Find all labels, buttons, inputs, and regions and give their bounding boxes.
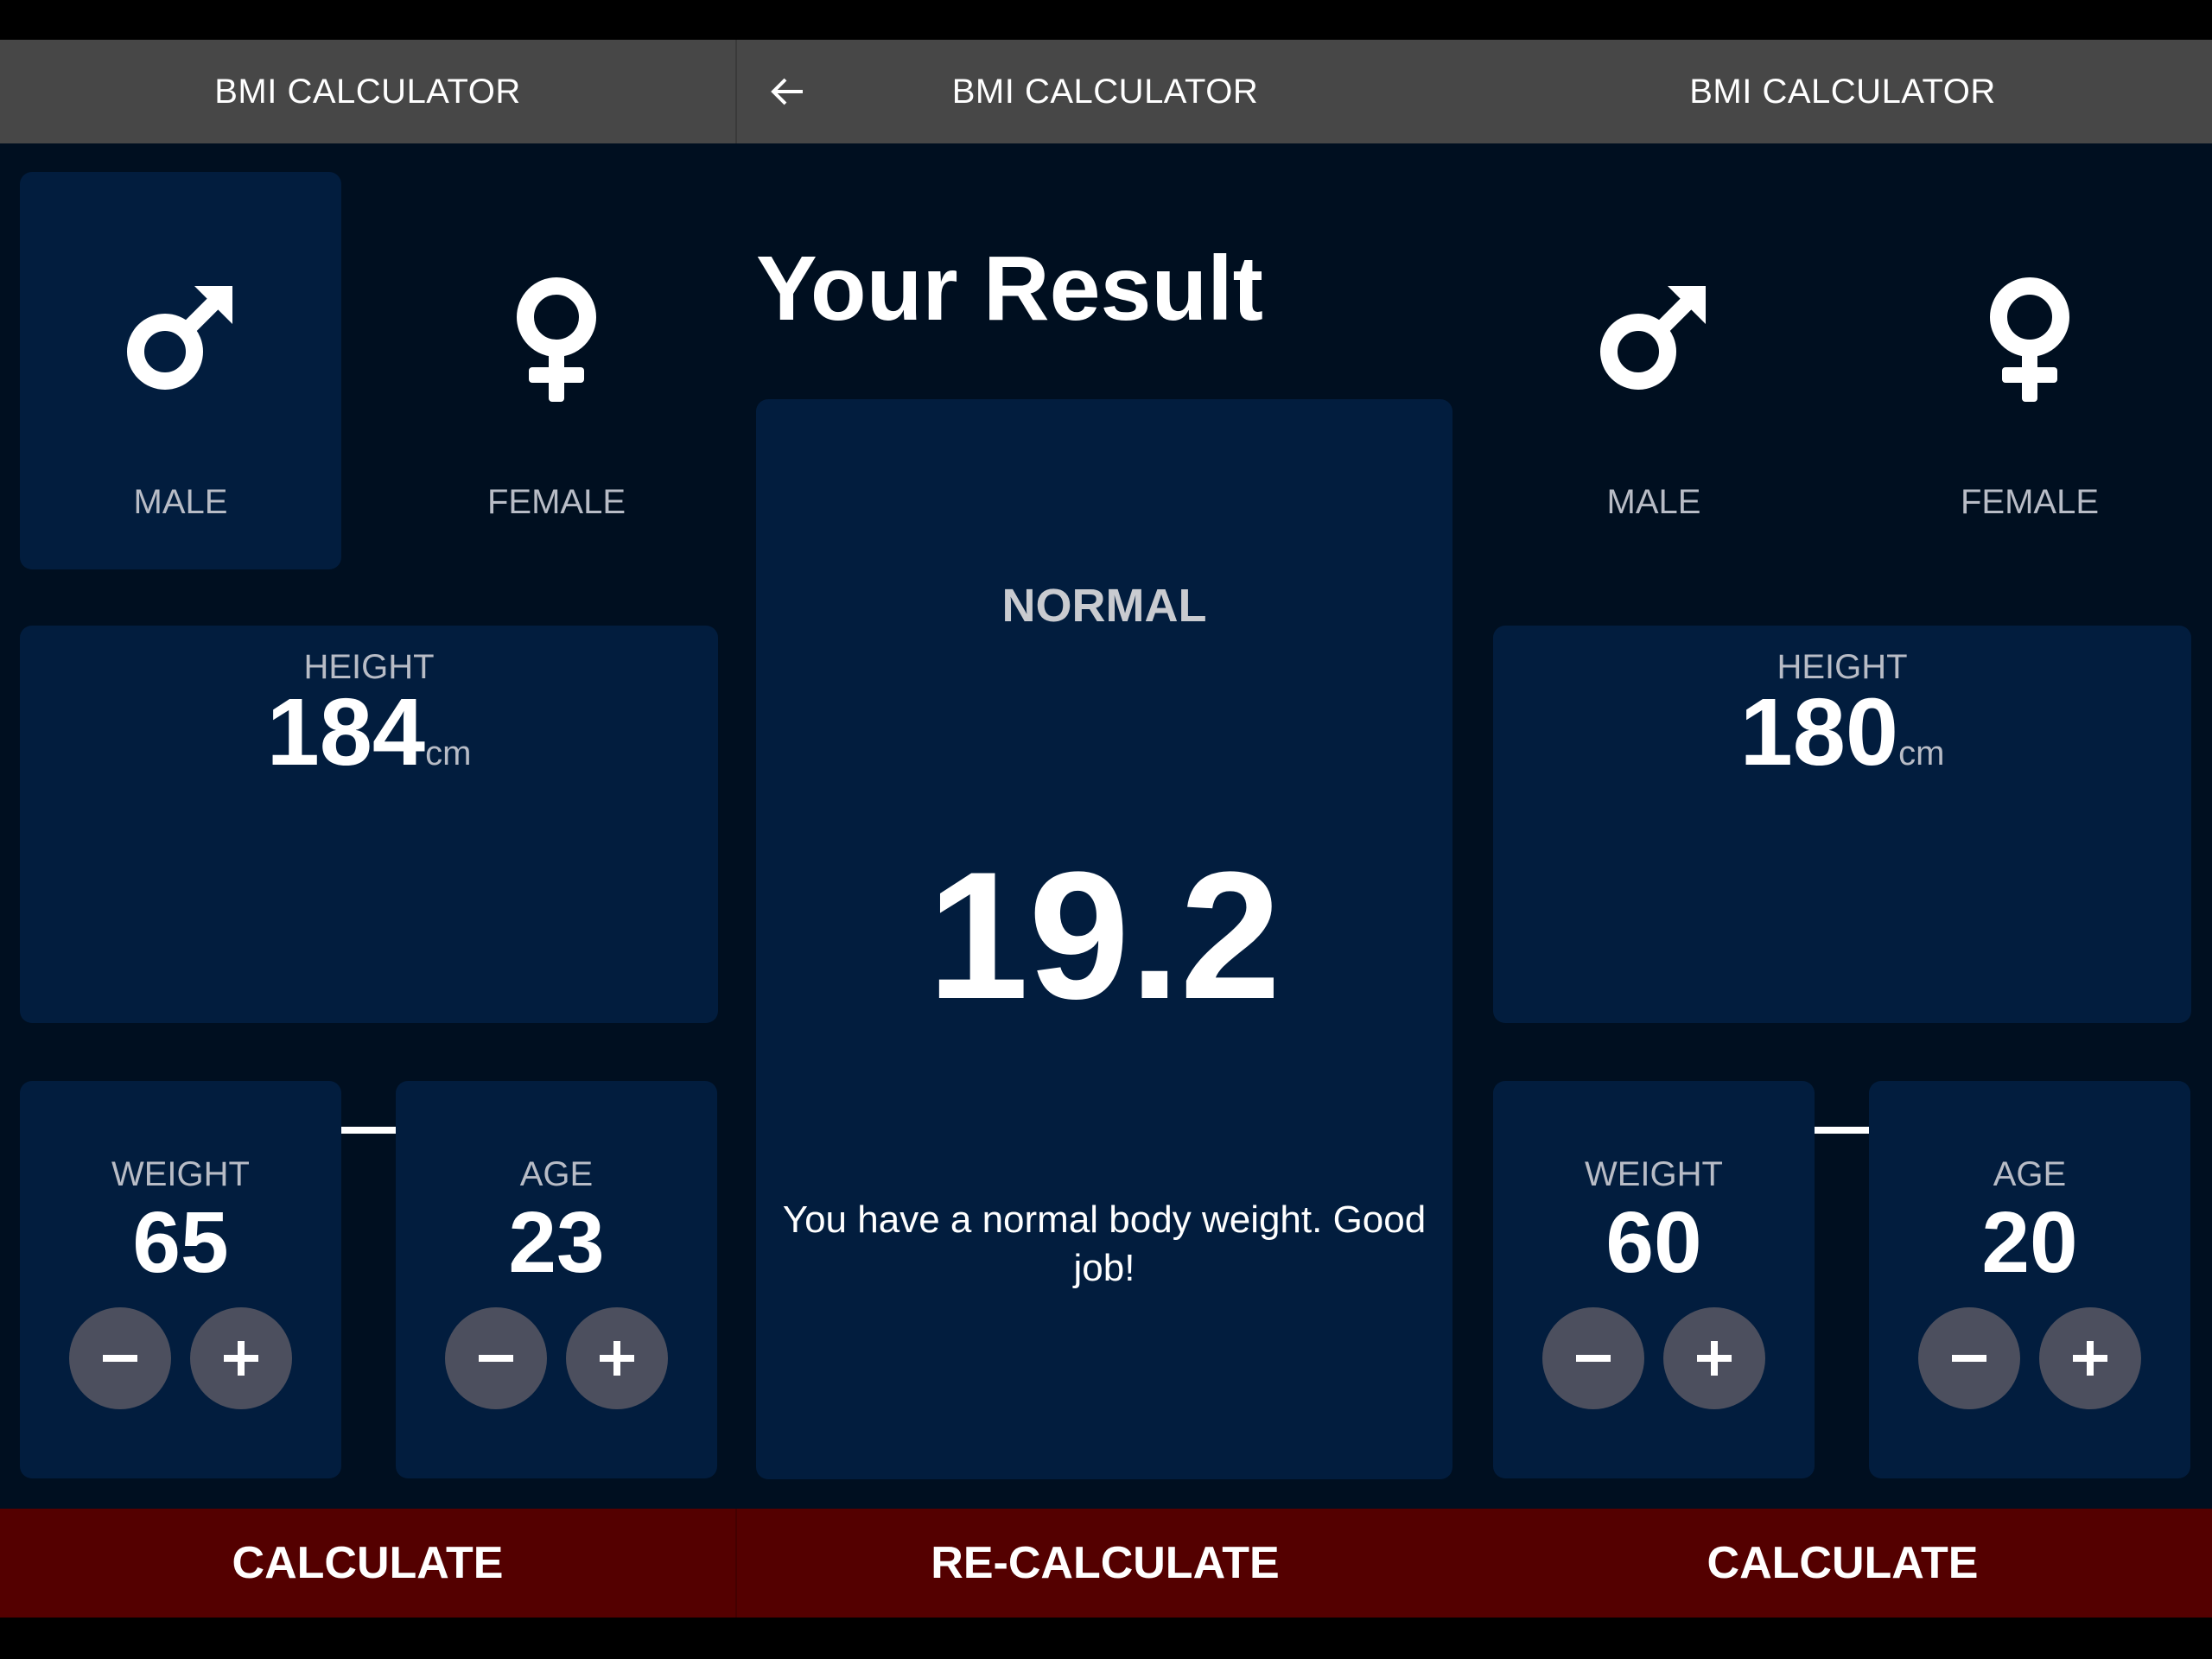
height-card: HEIGHT 184cm <box>20 626 718 1156</box>
weight-decrement-button[interactable] <box>69 1307 171 1409</box>
height-value: 180cm <box>1493 677 2191 787</box>
female-card[interactable]: FEMALE <box>1869 172 2190 569</box>
weight-card: WEIGHT 60 <box>1493 1081 1815 1478</box>
app-bar: BMI CALCULATOR <box>735 40 1473 143</box>
height-value: 184cm <box>20 677 718 787</box>
age-label: AGE <box>519 1155 594 1193</box>
weight-label: WEIGHT <box>111 1155 250 1193</box>
bmi-value: 19.2 <box>927 834 1281 1037</box>
female-card[interactable]: FEMALE <box>396 172 717 569</box>
height-unit: cm <box>1898 734 1945 772</box>
bmi-status: NORMAL <box>1001 580 1207 632</box>
weight-label: WEIGHT <box>1585 1155 1723 1193</box>
weight-increment-button[interactable] <box>190 1307 292 1409</box>
age-increment-button[interactable] <box>566 1307 668 1409</box>
male-symbol-icon <box>127 286 232 390</box>
female-label: FEMALE <box>486 483 626 521</box>
female-symbol-icon <box>1990 277 2069 402</box>
height-unit: cm <box>425 734 472 772</box>
minus-icon <box>479 1355 513 1362</box>
device-frame: BMI CALCULATOR MALE FEMALE HEIGHT 184cm <box>0 0 2212 1659</box>
weight-card: WEIGHT 65 <box>20 1081 341 1478</box>
female-symbol-icon <box>517 277 596 402</box>
calculate-button[interactable]: CALCULATE <box>0 1509 735 1618</box>
female-label: FEMALE <box>1960 483 2100 521</box>
age-value: 20 <box>1981 1194 2078 1291</box>
result-title: Your Result <box>756 238 1263 340</box>
app-bar: BMI CALCULATOR <box>1473 40 2212 143</box>
age-label: AGE <box>1993 1155 2067 1193</box>
input-screen-1: BMI CALCULATOR MALE FEMALE HEIGHT 184cm <box>0 40 735 1618</box>
male-card[interactable]: MALE <box>20 172 341 569</box>
weight-value: 60 <box>1605 1194 1702 1291</box>
age-value: 23 <box>508 1194 605 1291</box>
minus-icon <box>1952 1355 1986 1362</box>
weight-increment-button[interactable] <box>1663 1307 1765 1409</box>
age-decrement-button[interactable] <box>1918 1307 2020 1409</box>
weight-value: 65 <box>132 1194 229 1291</box>
plus-icon <box>600 1341 634 1376</box>
calculate-button[interactable]: CALCULATE <box>1473 1509 2212 1618</box>
male-label: MALE <box>133 483 228 521</box>
plus-icon <box>224 1341 258 1376</box>
app-title: BMI CALCULATOR <box>1689 72 1996 111</box>
age-increment-button[interactable] <box>2039 1307 2141 1409</box>
height-card: HEIGHT 180cm <box>1493 626 2191 1156</box>
back-button[interactable] <box>761 66 813 118</box>
height-number: 184 <box>266 679 426 785</box>
bmi-advice: You have a normal body weight. Good job! <box>782 1198 1427 1289</box>
age-card: AGE 20 <box>1869 1081 2190 1478</box>
plus-icon <box>2073 1341 2107 1376</box>
result-card: NORMAL 19.2 You have a normal body weigh… <box>756 399 1452 1479</box>
age-card: AGE 23 <box>396 1081 717 1478</box>
arrow-back-icon <box>771 78 803 105</box>
height-number: 180 <box>1739 679 1899 785</box>
male-card[interactable]: MALE <box>1493 172 1815 569</box>
minus-icon <box>1576 1355 1611 1362</box>
input-screen-2: BMI CALCULATOR MALE FEMALE HEIGHT 180cm <box>1473 40 2212 1618</box>
app-bar: BMI CALCULATOR <box>0 40 735 143</box>
app-title: BMI CALCULATOR <box>951 72 1259 111</box>
male-symbol-icon <box>1600 286 1706 390</box>
plus-icon <box>1697 1341 1732 1376</box>
result-screen: BMI CALCULATOR Your Result NORMAL 19.2 Y… <box>735 40 1473 1618</box>
weight-decrement-button[interactable] <box>1542 1307 1644 1409</box>
male-label: MALE <box>1606 483 1701 521</box>
recalculate-button[interactable]: RE-CALCULATE <box>735 1509 1473 1618</box>
age-decrement-button[interactable] <box>445 1307 547 1409</box>
app-title: BMI CALCULATOR <box>214 72 521 111</box>
minus-icon <box>103 1355 137 1362</box>
